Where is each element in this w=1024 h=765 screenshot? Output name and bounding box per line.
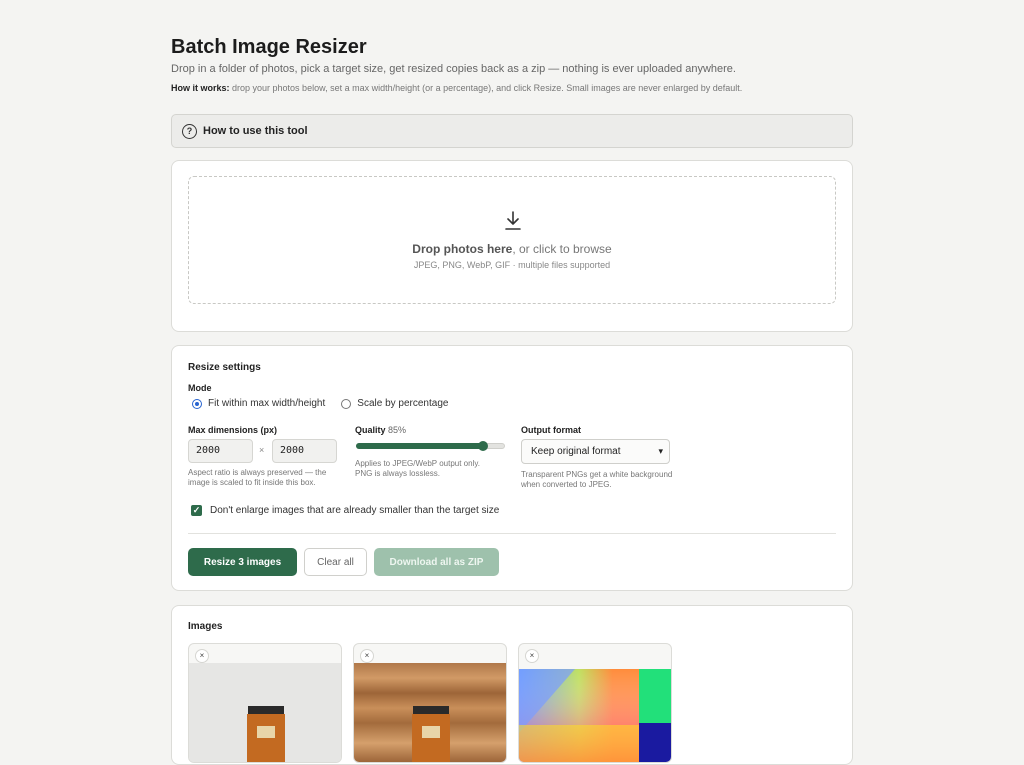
max-width-input[interactable]: 2000 bbox=[188, 439, 253, 463]
dropzone-title-rest: , or click to browse bbox=[512, 242, 612, 256]
no-enlarge-label[interactable]: Don't enlarge images that are already sm… bbox=[210, 505, 499, 516]
how-to-use-label: How to use this tool bbox=[203, 125, 308, 137]
quality-label: Quality 85% bbox=[355, 425, 406, 435]
divider bbox=[188, 533, 836, 534]
settings-title: Resize settings bbox=[188, 362, 261, 373]
image-thumbnail bbox=[519, 663, 671, 762]
max-dimensions-label: Max dimensions (px) bbox=[188, 425, 278, 435]
how-to-use-toggle[interactable]: ? How to use this tool bbox=[171, 114, 853, 148]
mode-radio-group: Fit within max width/height Scale by per… bbox=[192, 398, 448, 409]
question-circle-icon: ? bbox=[182, 123, 197, 139]
remove-image-button[interactable]: × bbox=[360, 649, 374, 663]
page-subtitle: Drop in a folder of photos, pick a targe… bbox=[171, 63, 736, 75]
quality-label-text: Quality bbox=[355, 425, 386, 435]
max-dimensions-help: Aspect ratio is always preserved — the i… bbox=[188, 468, 327, 487]
mode-fit-label[interactable]: Fit within max width/height bbox=[208, 398, 325, 409]
resize-settings-card: Resize settings Mode Fit within max widt… bbox=[171, 345, 853, 591]
quality-help: Applies to JPEG/WebP output only. PNG is… bbox=[355, 459, 480, 478]
no-enlarge-checkbox[interactable]: ✓ bbox=[191, 505, 202, 516]
how-it-works-label: How it works: bbox=[171, 83, 230, 93]
image-thumbnail bbox=[189, 663, 341, 762]
images-card: Images × × × bbox=[171, 605, 853, 765]
image-thumbnail bbox=[354, 663, 506, 762]
output-format-select[interactable]: Keep original format ▾ bbox=[521, 439, 670, 464]
quality-slider-fill bbox=[356, 443, 483, 449]
upload-card: Drop photos here, or click to browse JPE… bbox=[171, 160, 853, 332]
max-height-input[interactable]: 2000 bbox=[272, 439, 337, 463]
how-it-works-line: How it works: drop your photos below, se… bbox=[171, 83, 742, 93]
mode-percent-label[interactable]: Scale by percentage bbox=[357, 398, 448, 409]
mode-label: Mode bbox=[188, 383, 212, 393]
mode-percent-radio[interactable] bbox=[341, 398, 352, 409]
dropzone[interactable]: Drop photos here, or click to browse JPE… bbox=[188, 176, 836, 304]
output-format-value: Keep original format bbox=[531, 446, 621, 457]
download-zip-button[interactable]: Download all as ZIP bbox=[374, 548, 499, 576]
quality-slider[interactable] bbox=[356, 441, 505, 451]
quality-value: 85% bbox=[388, 425, 407, 435]
clear-all-button[interactable]: Clear all bbox=[304, 548, 367, 576]
quality-slider-thumb[interactable] bbox=[477, 441, 488, 451]
remove-image-button[interactable]: × bbox=[195, 649, 209, 663]
image-tile: × bbox=[518, 643, 672, 763]
images-title: Images bbox=[188, 621, 223, 632]
image-tile: × bbox=[353, 643, 507, 763]
image-tile: × bbox=[188, 643, 342, 763]
page-title: Batch Image Resizer bbox=[171, 36, 367, 58]
dropzone-title-bold: Drop photos here bbox=[412, 242, 513, 256]
output-format-label: Output format bbox=[521, 425, 581, 435]
times-sign: × bbox=[259, 445, 265, 455]
download-arrow-icon bbox=[505, 211, 521, 230]
chevron-down-icon: ▾ bbox=[658, 446, 663, 456]
dropzone-formats: JPEG, PNG, WebP, GIF · multiple files su… bbox=[413, 260, 611, 270]
how-it-works-text: drop your photos below, set a max width/… bbox=[229, 83, 743, 93]
no-enlarge-row: ✓ Don't enlarge images that are already … bbox=[191, 505, 499, 516]
resize-button[interactable]: Resize 3 images bbox=[188, 548, 297, 576]
dropzone-title: Drop photos here, or click to browse bbox=[189, 242, 835, 256]
mode-fit-radio[interactable] bbox=[192, 398, 202, 409]
remove-image-button[interactable]: × bbox=[525, 649, 539, 663]
output-format-help: Transparent PNGs get a white background … bbox=[521, 470, 673, 489]
